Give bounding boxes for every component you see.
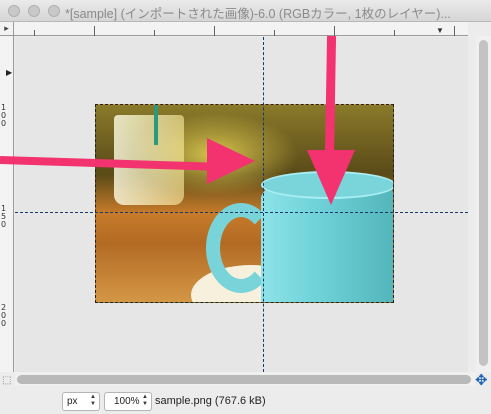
window-title: *[sample] (インポートされた画像)-6.0 (RGBカラー, 1枚のレ…: [65, 7, 451, 21]
unit-select[interactable]: px ▲ ▼: [62, 392, 100, 411]
vertical-scrollbar-thumb[interactable]: [479, 40, 488, 366]
horizontal-ruler[interactable]: [14, 22, 468, 36]
close-window-button[interactable]: [8, 5, 20, 17]
ruler-label: 0: [1, 319, 7, 328]
horizontal-scrollbar-thumb[interactable]: [17, 375, 471, 384]
ruler-marker-icon: ▼: [436, 26, 444, 35]
minimize-window-button[interactable]: [28, 5, 40, 17]
annotation-arrow-head: [307, 150, 355, 205]
horizontal-guide[interactable]: [15, 212, 468, 213]
window-titlebar: *[sample] (インポートされた画像)-6.0 (RGBカラー, 1枚のレ…: [0, 0, 491, 22]
stepper-icon: ▲ ▼: [142, 394, 148, 407]
status-text: sample.png (767.6 kB): [155, 395, 266, 407]
annotation-arrow-head: [207, 138, 255, 184]
ruler-marker-icon: ▶: [6, 68, 13, 77]
unit-value: px: [67, 396, 78, 407]
vertical-guide[interactable]: [263, 37, 264, 372]
quick-mask-icon[interactable]: ⬚: [2, 375, 11, 386]
ruler-corner-menu-icon[interactable]: ▸: [0, 22, 14, 36]
ruler-label: 0: [1, 220, 7, 229]
straw-photo-region: [154, 105, 158, 145]
zoom-select[interactable]: 100% ▲ ▼: [104, 392, 152, 411]
zoom-value: 100%: [114, 396, 140, 407]
ruler-label: 0: [1, 119, 7, 128]
navigate-icon[interactable]: ✥: [475, 371, 488, 389]
zoom-window-button[interactable]: [48, 5, 60, 17]
stepper-icon: ▲ ▼: [90, 394, 96, 407]
